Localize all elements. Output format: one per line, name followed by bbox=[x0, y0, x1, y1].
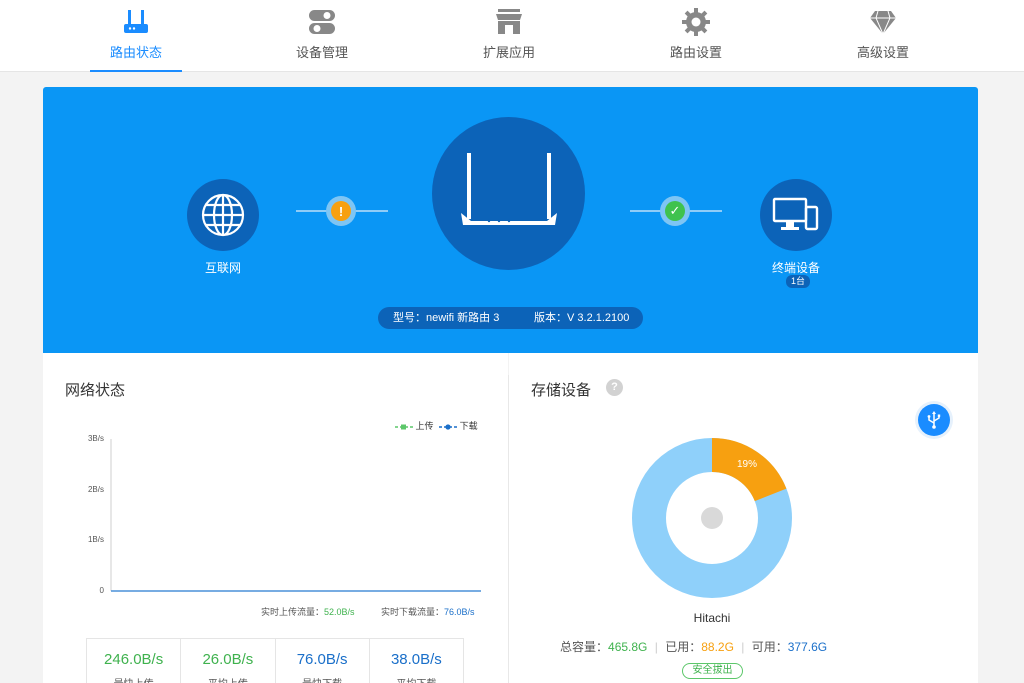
panel-divider bbox=[508, 375, 509, 683]
safe-eject-button[interactable]: 安全拔出 bbox=[682, 663, 743, 679]
upload-legend-label: 上传 bbox=[415, 421, 434, 431]
used-value: 88.2G bbox=[701, 640, 734, 654]
stat-value: 246.0B/s bbox=[104, 651, 164, 668]
nav-router-status[interactable]: 路由状态 bbox=[90, 0, 182, 72]
upload-legend-marker bbox=[395, 424, 413, 430]
globe-icon bbox=[201, 193, 245, 237]
nav-router-settings[interactable]: 路由设置 bbox=[650, 0, 742, 72]
help-icon[interactable]: ? bbox=[606, 379, 623, 396]
stat-avg-download: 38.0B/s 平均下载 bbox=[370, 639, 463, 683]
free-label: 可用： bbox=[751, 640, 788, 654]
nav-advanced-settings[interactable]: 高级设置 bbox=[837, 0, 929, 72]
separator: | bbox=[654, 640, 658, 654]
devices-icon bbox=[772, 197, 819, 231]
stat-value: 26.0B/s bbox=[202, 651, 254, 668]
warning-icon: ! bbox=[331, 201, 351, 221]
stat-label: 平均上传 bbox=[181, 675, 274, 683]
devices-count-badge: 1台 bbox=[786, 275, 811, 288]
chart-legend: 上传 下载 bbox=[395, 419, 478, 432]
realtime-upload-label: 实时上传流量： bbox=[261, 607, 325, 617]
network-status-title: 网络状态 bbox=[65, 382, 126, 399]
usb-icon bbox=[927, 411, 941, 429]
realtime-upload: 实时上传流量：52.0B/s bbox=[261, 605, 355, 618]
devices-label: 终端设备 bbox=[771, 261, 820, 275]
check-icon: ✓ bbox=[665, 201, 685, 221]
nav-label: 路由状态 bbox=[109, 45, 162, 60]
nav-label: 路由设置 bbox=[669, 45, 722, 60]
traffic-stats: 246.0B/s 最快上传 26.0B/s 平均上传 76.0B/s 最快下载 … bbox=[86, 638, 464, 683]
traffic-chart bbox=[110, 439, 481, 592]
realtime-download: 实时下载流量：76.0B/s bbox=[381, 605, 475, 618]
diamond-icon bbox=[870, 10, 896, 36]
storage-title: 存储设备 bbox=[531, 382, 592, 399]
total-value: 465.8G bbox=[608, 640, 648, 654]
storage-donut-chart: 19% bbox=[632, 438, 792, 598]
realtime-upload-value: 52.0B/s bbox=[324, 607, 355, 617]
donut-center-dot bbox=[701, 507, 723, 529]
total-label: 总容量： bbox=[560, 640, 609, 654]
usb-button[interactable] bbox=[918, 404, 950, 436]
y-tick-label: 2B/s bbox=[87, 485, 104, 494]
nav-label: 扩展应用 bbox=[482, 45, 535, 60]
stat-avg-upload: 26.0B/s 平均上传 bbox=[181, 639, 276, 683]
topology-banner: 互联网 ! ✓ 终端设备 1台 型号：newifi 新路由 3 版本：V 3.2… bbox=[43, 87, 978, 353]
download-legend-label: 下载 bbox=[459, 421, 478, 431]
stat-label: 最快下载 bbox=[276, 675, 369, 683]
gear-icon bbox=[682, 8, 710, 36]
wan-status-indicator[interactable]: ! bbox=[326, 196, 356, 226]
used-label: 已用： bbox=[665, 640, 702, 654]
stat-value: 38.0B/s bbox=[390, 651, 442, 668]
lan-status-indicator[interactable]: ✓ bbox=[660, 196, 690, 226]
nav-device-management[interactable]: 设备管理 bbox=[276, 0, 368, 72]
nav-extensions[interactable]: 扩展应用 bbox=[463, 0, 555, 72]
free-value: 377.6G bbox=[787, 640, 828, 654]
realtime-download-label: 实时下载流量： bbox=[381, 607, 445, 617]
y-tick-label: 3B/s bbox=[87, 434, 104, 443]
store-icon bbox=[496, 9, 522, 34]
stat-max-download: 76.0B/s 最快下载 bbox=[276, 639, 370, 683]
top-nav: 路由状态 设备管理 扩展应用 路由设置 高级设置 bbox=[0, 0, 1024, 72]
stat-value: 76.0B/s bbox=[296, 651, 348, 668]
used-percent-label: 19% bbox=[737, 459, 757, 470]
y-tick-label: 0 bbox=[99, 586, 104, 595]
stat-label: 最快上传 bbox=[87, 675, 180, 683]
internet-label: 互联网 bbox=[204, 261, 241, 275]
disk-name: Hitachi bbox=[693, 611, 731, 625]
stat-label: 平均下载 bbox=[370, 675, 463, 683]
toggle-icon bbox=[309, 10, 335, 34]
internet-node[interactable] bbox=[187, 179, 259, 251]
devices-node[interactable] bbox=[760, 179, 832, 251]
nav-label: 设备管理 bbox=[295, 45, 348, 60]
router-node[interactable] bbox=[432, 117, 585, 270]
router-info-pill: 型号：newifi 新路由 3 版本：V 3.2.1.2100 bbox=[378, 307, 643, 329]
separator: | bbox=[741, 640, 745, 654]
y-tick-label: 1B/s bbox=[87, 535, 104, 544]
capacity-line: 总容量：465.8G | 已用：88.2G | 可用：377.6G bbox=[560, 638, 870, 655]
realtime-download-value: 76.0B/s bbox=[444, 607, 475, 617]
router-device-icon bbox=[460, 152, 557, 225]
router-icon bbox=[124, 10, 148, 33]
stat-max-upload: 246.0B/s 最快上传 bbox=[87, 639, 182, 683]
nav-label: 高级设置 bbox=[856, 45, 909, 60]
model-text: 型号：newifi 新路由 3 bbox=[393, 312, 500, 324]
download-legend-marker bbox=[439, 424, 458, 430]
version-text: 版本：V 3.2.1.2100 bbox=[534, 312, 630, 324]
